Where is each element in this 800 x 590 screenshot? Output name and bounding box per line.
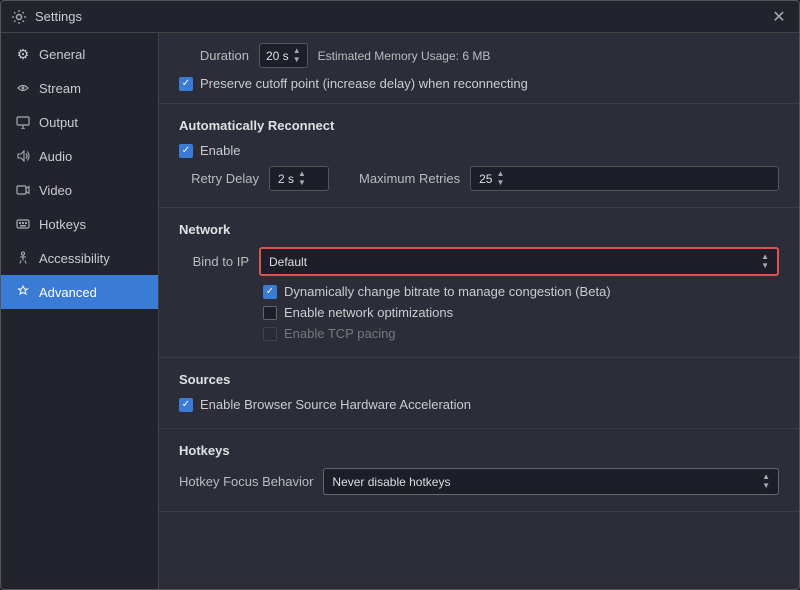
video-icon [15,182,31,198]
sidebar-item-audio[interactable]: Audio [1,139,158,173]
sources-section: Sources Enable Browser Source Hardware A… [159,358,799,429]
enable-reconnect-checkbox[interactable] [179,144,193,158]
duration-section: Duration 20 s ▲ ▼ Estimated Memory Usage… [159,33,799,104]
dynamic-bitrate-checkbox[interactable] [263,285,277,299]
sidebar: ⚙ General Stream [1,33,159,589]
titlebar: Settings ✕ [1,1,799,33]
hotkey-focus-row: Hotkey Focus Behavior Never disable hotk… [179,468,779,495]
network-opt-label: Enable network optimizations [284,305,453,320]
settings-icon [11,9,27,25]
sidebar-label-stream: Stream [39,81,81,96]
sidebar-label-video: Video [39,183,72,198]
retry-delay-down[interactable]: ▼ [298,179,306,187]
tcp-pacing-checkbox[interactable] [263,327,277,341]
memory-usage-text: Estimated Memory Usage: 6 MB [318,49,491,63]
duration-down-arrow[interactable]: ▼ [293,56,301,64]
browser-accel-label: Enable Browser Source Hardware Accelerat… [200,397,471,412]
sidebar-item-general[interactable]: ⚙ General [1,37,158,71]
dynamic-bitrate-label: Dynamically change bitrate to manage con… [284,284,611,299]
browser-accel-checkbox[interactable] [179,398,193,412]
preserve-label: Preserve cutoff point (increase delay) w… [200,76,528,91]
sidebar-label-general: General [39,47,85,62]
duration-spinbox[interactable]: 20 s ▲ ▼ [259,43,308,68]
bind-ip-row: Bind to IP Default ▲ ▼ [179,247,779,276]
preserve-checkbox[interactable] [179,77,193,91]
max-retries-down[interactable]: ▼ [496,179,504,187]
sidebar-item-output[interactable]: Output [1,105,158,139]
retry-delay-arrows: ▲ ▼ [298,170,306,187]
network-opt-checkbox[interactable] [263,306,277,320]
hotkey-focus-select[interactable]: Never disable hotkeys ▲ ▼ [323,468,779,495]
advanced-icon [15,284,31,300]
bind-ip-select[interactable]: Default ▲ ▼ [259,247,779,276]
output-icon [15,114,31,130]
hotkey-focus-up[interactable]: ▲ [762,473,770,481]
main-content: ⚙ General Stream [1,33,799,589]
max-retries-spinbox[interactable]: 25 ▲ ▼ [470,166,779,191]
bind-ip-up[interactable]: ▲ [761,253,769,261]
stream-icon [15,80,31,96]
network-opt-row: Enable network optimizations [263,305,779,320]
hotkey-focus-value: Never disable hotkeys [332,475,450,489]
sidebar-label-advanced: Advanced [39,285,97,300]
duration-arrows: ▲ ▼ [293,47,301,64]
accessibility-icon [15,250,31,266]
sidebar-label-output: Output [39,115,78,130]
retry-delay-up[interactable]: ▲ [298,170,306,178]
hotkey-focus-label: Hotkey Focus Behavior [179,474,313,489]
retry-row: Retry Delay 2 s ▲ ▼ Maximum Retries 25 ▲ [179,166,779,191]
duration-row: Duration 20 s ▲ ▼ Estimated Memory Usage… [179,43,779,68]
duration-up-arrow[interactable]: ▲ [293,47,301,55]
bind-ip-label: Bind to IP [179,254,249,269]
browser-accel-row: Enable Browser Source Hardware Accelerat… [179,397,779,412]
general-icon: ⚙ [15,46,31,62]
audio-icon [15,148,31,164]
hotkeys-section: Hotkeys Hotkey Focus Behavior Never disa… [159,429,799,512]
bind-ip-arrows: ▲ ▼ [761,253,769,270]
sidebar-label-audio: Audio [39,149,72,164]
sidebar-item-accessibility[interactable]: Accessibility [1,241,158,275]
auto-reconnect-header: Automatically Reconnect [179,118,779,133]
sidebar-item-hotkeys[interactable]: Hotkeys [1,207,158,241]
bind-ip-down[interactable]: ▼ [761,262,769,270]
sidebar-item-video[interactable]: Video [1,173,158,207]
window-title: Settings [35,9,82,24]
retry-delay-spinbox[interactable]: 2 s ▲ ▼ [269,166,329,191]
hotkeys-header: Hotkeys [179,443,779,458]
bind-ip-value: Default [269,255,307,269]
settings-window: Settings ✕ ⚙ General Stream [0,0,800,590]
max-retries-value: 25 [479,172,492,186]
hotkeys-icon [15,216,31,232]
hotkey-focus-down[interactable]: ▼ [762,482,770,490]
close-button[interactable]: ✕ [769,7,789,27]
sidebar-label-accessibility: Accessibility [39,251,110,266]
sidebar-item-advanced[interactable]: Advanced [1,275,158,309]
retry-delay-label: Retry Delay [179,171,259,186]
max-retries-label: Maximum Retries [359,171,460,186]
preserve-row: Preserve cutoff point (increase delay) w… [179,76,779,91]
tcp-pacing-label: Enable TCP pacing [284,326,396,341]
content-panel: Duration 20 s ▲ ▼ Estimated Memory Usage… [159,33,799,589]
duration-label: Duration [179,48,249,63]
hotkey-focus-arrows: ▲ ▼ [762,473,770,490]
sidebar-item-stream[interactable]: Stream [1,71,158,105]
dynamic-bitrate-row: Dynamically change bitrate to manage con… [263,284,779,299]
retry-delay-value: 2 s [278,172,294,186]
sidebar-label-hotkeys: Hotkeys [39,217,86,232]
auto-reconnect-section: Automatically Reconnect Enable Retry Del… [159,104,799,208]
enable-reconnect-row: Enable [179,143,779,158]
tcp-pacing-row: Enable TCP pacing [263,326,779,341]
network-checkboxes: Dynamically change bitrate to manage con… [179,284,779,341]
max-retries-arrows: ▲ ▼ [496,170,504,187]
max-retries-up[interactable]: ▲ [496,170,504,178]
duration-value: 20 s [266,49,289,63]
network-header: Network [179,222,779,237]
titlebar-left: Settings [11,9,82,25]
sources-header: Sources [179,372,779,387]
network-section: Network Bind to IP Default ▲ ▼ Dynamica [159,208,799,358]
enable-reconnect-label: Enable [200,143,240,158]
